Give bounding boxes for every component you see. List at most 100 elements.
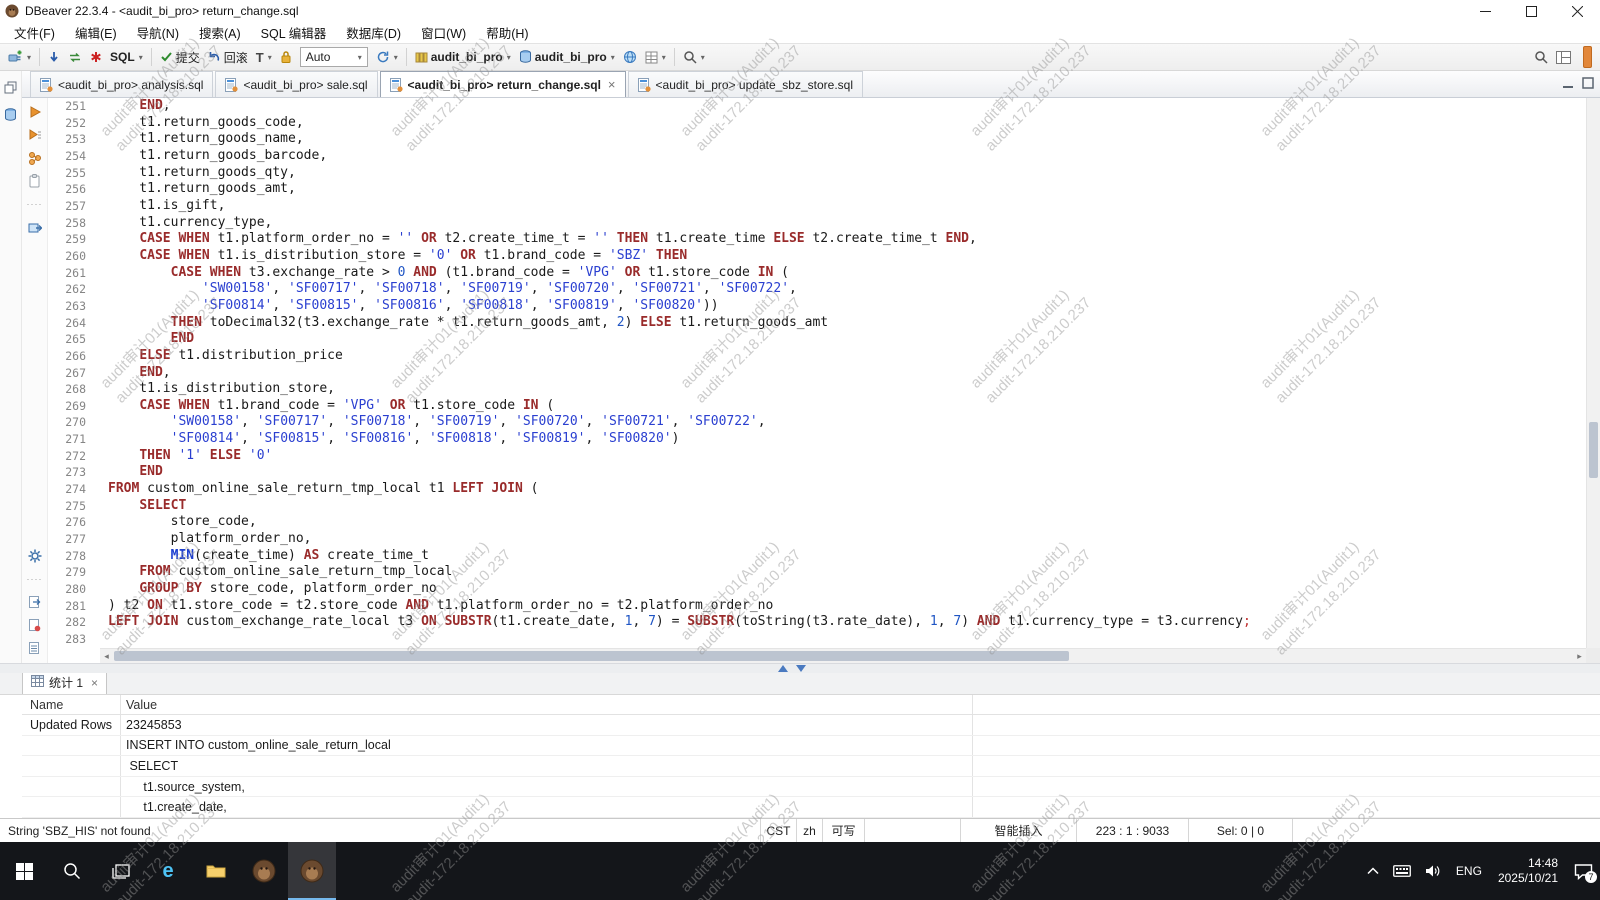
- input-language-indicator[interactable]: ENG: [1449, 842, 1489, 900]
- line-number: 265: [48, 331, 100, 348]
- internet-explorer-icon[interactable]: e: [144, 842, 192, 900]
- settings-gear-icon[interactable]: [25, 547, 45, 565]
- line-number: 280: [48, 581, 100, 598]
- menu-item[interactable]: SQL 编辑器: [251, 21, 337, 44]
- maximize-button[interactable]: [1508, 0, 1554, 22]
- commit-button[interactable]: 提交: [156, 46, 204, 68]
- editor-tab[interactable]: <audit_bi_pro> return_change.sql×: [380, 71, 626, 97]
- search-icon-button[interactable]: [1530, 46, 1552, 68]
- line-number: 277: [48, 531, 100, 548]
- status-message: String 'SBZ_HIS' not found: [0, 824, 760, 838]
- editor-tab[interactable]: <audit_bi_pro> sale.sql: [215, 71, 377, 97]
- code-line: 263 'SF00814', 'SF00815', 'SF00816', 'SF…: [48, 298, 1600, 315]
- abort-button[interactable]: [86, 46, 106, 68]
- more-panels-icon[interactable]: ····: [25, 570, 45, 588]
- menu-bar: 文件(F)编辑(E)导航(N)搜索(A)SQL 编辑器数据库(D)窗口(W)帮助…: [0, 22, 1600, 43]
- vertical-scrollbar-thumb[interactable]: [1589, 422, 1598, 478]
- status-segment: Sel: 0 | 0: [1188, 819, 1292, 842]
- stats-row[interactable]: Updated Rows23245853: [22, 715, 1600, 736]
- scroll-right-icon[interactable]: ▸: [1573, 649, 1586, 663]
- editor-tab[interactable]: <audit_bi_pro> update_sbz_store.sql: [628, 71, 863, 97]
- dbeaver-app-icon: [5, 4, 19, 18]
- line-number: 255: [48, 165, 100, 182]
- collapse-down-icon[interactable]: [796, 665, 806, 672]
- code-line: 273 END: [48, 464, 1600, 481]
- code-line: 258 t1.currency_type,: [48, 215, 1600, 232]
- close-button[interactable]: [1554, 0, 1600, 22]
- stats-row[interactable]: t1.source_system,: [22, 777, 1600, 798]
- schema-selector[interactable]: audit_bi_pro▾: [515, 46, 619, 68]
- more-actions-icon[interactable]: ····: [25, 195, 45, 213]
- start-button[interactable]: [0, 842, 48, 900]
- code-text: [100, 631, 108, 648]
- rollback-button[interactable]: 回滚: [204, 46, 252, 68]
- panel-sash[interactable]: [0, 663, 1600, 673]
- doc-grid-icon[interactable]: [25, 639, 45, 657]
- clipboard-icon[interactable]: [25, 172, 45, 190]
- panel-collapse-arrows[interactable]: [778, 665, 806, 672]
- tray-chevron-up-icon[interactable]: [1360, 842, 1386, 900]
- status-segment: 可写: [822, 819, 864, 842]
- transaction-mode-dropdown[interactable]: T▾: [252, 46, 276, 68]
- menu-item[interactable]: 搜索(A): [189, 21, 251, 44]
- sync-connection-button[interactable]: [64, 46, 86, 68]
- code-line: 257 t1.is_gift,: [48, 198, 1600, 215]
- explain-plan-icon[interactable]: [25, 149, 45, 167]
- stats-cell-name: [22, 756, 120, 776]
- file-explorer-icon[interactable]: [192, 842, 240, 900]
- action-center-icon[interactable]: 7: [1567, 842, 1600, 900]
- scroll-left-icon[interactable]: ◂: [100, 649, 113, 663]
- fastview-bar[interactable]: [1583, 46, 1592, 68]
- menu-item[interactable]: 帮助(H): [476, 21, 538, 44]
- database-navigator-icon[interactable]: [4, 108, 17, 127]
- horizontal-scrollbar[interactable]: ◂ ▸: [100, 648, 1586, 663]
- touch-keyboard-icon[interactable]: [1386, 842, 1418, 900]
- stats-rows: Updated Rows23245853INSERT INTO custom_o…: [22, 715, 1600, 818]
- horizontal-scrollbar-thumb[interactable]: [114, 651, 1069, 661]
- menu-item[interactable]: 文件(F): [4, 21, 65, 44]
- toolbar-separator: [406, 48, 407, 66]
- stats-cell-value: t1.source_system,: [120, 777, 973, 797]
- editor-tab[interactable]: <audit_bi_pro> analysis.sql: [30, 71, 213, 97]
- line-number: 269: [48, 398, 100, 415]
- connection-selector[interactable]: audit_bi_pro▾: [411, 46, 515, 68]
- search-dropdown[interactable]: ▾: [679, 46, 709, 68]
- stats-row[interactable]: SELECT: [22, 756, 1600, 777]
- grid-view-dropdown[interactable]: ▾: [641, 46, 670, 68]
- stats-row[interactable]: t1.create_date,: [22, 797, 1600, 818]
- doc-export-icon[interactable]: [25, 593, 45, 611]
- menu-item[interactable]: 数据库(D): [336, 21, 411, 44]
- refresh-button[interactable]: ▾: [372, 46, 402, 68]
- execute-statement-icon[interactable]: [25, 103, 45, 121]
- tab-statistics[interactable]: 统计 1 ×: [22, 671, 107, 694]
- minimize-button[interactable]: [1462, 0, 1508, 22]
- stats-row[interactable]: INSERT INTO custom_online_sale_return_lo…: [22, 736, 1600, 757]
- restore-panes-icon[interactable]: [4, 81, 17, 99]
- doc-alert-icon[interactable]: [25, 616, 45, 634]
- perspective-icon[interactable]: [1552, 46, 1575, 68]
- dbeaver-taskbar-icon[interactable]: [240, 842, 288, 900]
- globe-icon-button[interactable]: [619, 46, 641, 68]
- maximize-editor-icon[interactable]: [1582, 76, 1594, 94]
- taskbar-clock[interactable]: 14:48 2025/10/21: [1489, 842, 1567, 900]
- restore-up-icon[interactable]: [778, 665, 788, 672]
- tab-close-icon[interactable]: ×: [608, 77, 616, 92]
- auto-commit-combo[interactable]: Auto▾: [300, 47, 368, 67]
- sql-editor[interactable]: 251 END,252 t1.return_goods_code,253 t1.…: [48, 98, 1600, 663]
- task-view-icon[interactable]: [96, 842, 144, 900]
- menu-item[interactable]: 窗口(W): [411, 21, 476, 44]
- taskbar-search-icon[interactable]: [48, 842, 96, 900]
- menu-item[interactable]: 导航(N): [127, 21, 189, 44]
- stats-tab-close-icon[interactable]: ×: [91, 676, 98, 690]
- menu-item[interactable]: 编辑(E): [65, 21, 127, 44]
- sql-editor-dropdown[interactable]: SQL▾: [106, 46, 147, 68]
- fetch-data-button[interactable]: [44, 46, 64, 68]
- execute-script-icon[interactable]: [25, 126, 45, 144]
- export-result-icon[interactable]: [25, 218, 45, 236]
- volume-icon[interactable]: [1418, 842, 1449, 900]
- new-connection-button[interactable]: ▾: [4, 46, 35, 68]
- vertical-scrollbar[interactable]: [1586, 98, 1600, 648]
- dbeaver-taskbar-icon-active[interactable]: [288, 842, 336, 900]
- minimize-editor-icon[interactable]: [1562, 76, 1574, 94]
- auto-commit-value: Auto: [306, 50, 331, 64]
